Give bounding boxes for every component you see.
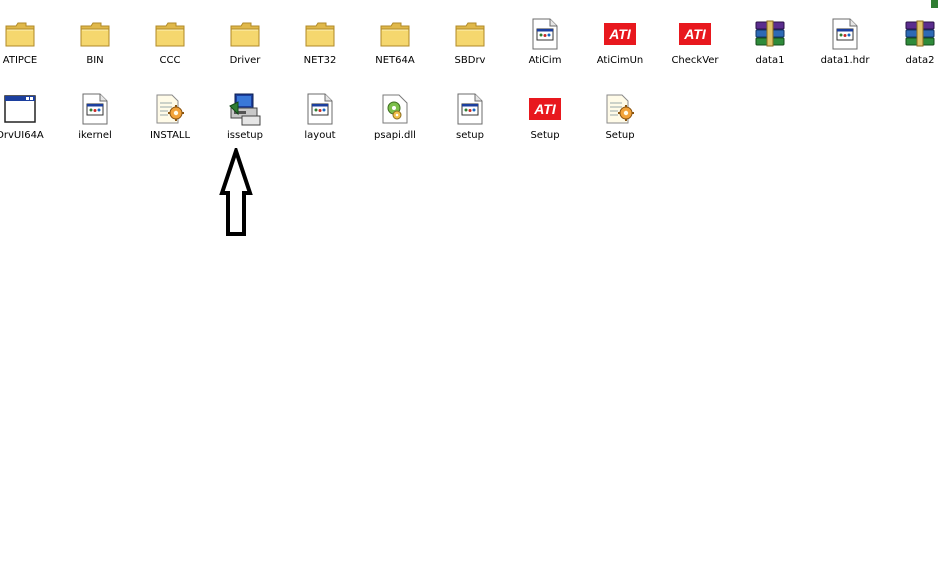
file-item-setup-3[interactable]: Setup bbox=[588, 92, 652, 160]
file-item-aticimun[interactable]: ATI AtiCimUn bbox=[588, 17, 652, 85]
file-item-setup-1[interactable]: setup bbox=[438, 92, 502, 160]
application-icon bbox=[453, 92, 487, 126]
file-item-data2[interactable]: data2 bbox=[888, 17, 938, 85]
application-icon bbox=[828, 17, 862, 51]
winrar-archive-icon bbox=[753, 17, 787, 51]
file-label: setup bbox=[456, 130, 484, 141]
file-label: Driver bbox=[229, 55, 261, 66]
file-label: NET64A bbox=[375, 55, 415, 66]
svg-text:ATI: ATI bbox=[608, 26, 632, 42]
file-item-ikernel[interactable]: ikernel bbox=[63, 92, 127, 160]
file-label: Setup bbox=[605, 130, 635, 141]
file-item-setup-2[interactable]: ATI Setup bbox=[513, 92, 577, 160]
folder-icon bbox=[153, 17, 187, 51]
file-item-data1[interactable]: data1 bbox=[738, 17, 802, 85]
folder-icon bbox=[228, 17, 262, 51]
file-label: data2 bbox=[905, 55, 935, 66]
ati-logo-icon: ATI bbox=[603, 17, 637, 51]
file-label: AtiCim bbox=[528, 55, 562, 66]
file-label: issetup bbox=[227, 130, 263, 141]
config-settings-icon bbox=[153, 92, 187, 126]
file-item-data1-hdr[interactable]: data1.hdr bbox=[813, 17, 877, 85]
folder-icon bbox=[453, 17, 487, 51]
file-item-sbdrv[interactable]: SBDrv bbox=[438, 17, 502, 85]
application-icon bbox=[78, 92, 112, 126]
svg-text:ATI: ATI bbox=[533, 101, 557, 117]
application-icon bbox=[303, 92, 337, 126]
file-label: AtiCimUn bbox=[596, 55, 644, 66]
window-app-icon bbox=[3, 92, 37, 126]
file-label: data1 bbox=[755, 55, 785, 66]
file-item-layout[interactable]: layout bbox=[288, 92, 352, 160]
dll-gear-icon bbox=[378, 92, 412, 126]
folder-icon bbox=[303, 17, 337, 51]
folder-icon bbox=[378, 17, 412, 51]
ati-logo-icon: ATI bbox=[678, 17, 712, 51]
file-item-net32[interactable]: NET32 bbox=[288, 17, 352, 85]
file-item-drvui64a[interactable]: DrvUI64A bbox=[0, 92, 52, 160]
file-item-net64a[interactable]: NET64A bbox=[363, 17, 427, 85]
file-item-psapi-dll[interactable]: psapi.dll bbox=[363, 92, 427, 160]
application-icon bbox=[528, 17, 562, 51]
file-label: INSTALL bbox=[149, 130, 191, 141]
file-label: NET32 bbox=[303, 55, 337, 66]
up-arrow-outline-icon bbox=[219, 148, 253, 236]
file-label: psapi.dll bbox=[374, 130, 416, 141]
file-label: DrvUI64A bbox=[0, 130, 44, 141]
file-label: Setup bbox=[530, 130, 560, 141]
folder-icon bbox=[3, 17, 37, 51]
file-label: BIN bbox=[86, 55, 104, 66]
file-label: data1.hdr bbox=[820, 55, 870, 66]
winrar-archive-icon bbox=[903, 17, 937, 51]
file-label: CCC bbox=[159, 55, 181, 66]
file-item-ccc[interactable]: CCC bbox=[138, 17, 202, 85]
folder-icon bbox=[78, 17, 112, 51]
file-label: ATIPCE bbox=[2, 55, 38, 66]
svg-text:ATI: ATI bbox=[683, 26, 707, 42]
file-item-install[interactable]: INSTALL bbox=[138, 92, 202, 160]
file-item-checkver[interactable]: ATI CheckVer bbox=[663, 17, 727, 85]
file-label: CheckVer bbox=[671, 55, 719, 66]
file-label: SBDrv bbox=[454, 55, 486, 66]
corner-icon-fragment bbox=[931, 0, 938, 8]
installer-icon bbox=[228, 92, 262, 126]
file-item-bin[interactable]: BIN bbox=[63, 17, 127, 85]
file-view: ATIPCE BIN CCC Driver NET32 NET64A SBDrv bbox=[0, 0, 938, 581]
config-settings-icon bbox=[603, 92, 637, 126]
file-item-aticim[interactable]: AtiCim bbox=[513, 17, 577, 85]
file-item-driver[interactable]: Driver bbox=[213, 17, 277, 85]
file-label: ikernel bbox=[78, 130, 112, 141]
file-item-atipce[interactable]: ATIPCE bbox=[0, 17, 52, 85]
file-label: layout bbox=[304, 130, 336, 141]
ati-logo-icon: ATI bbox=[528, 92, 562, 126]
